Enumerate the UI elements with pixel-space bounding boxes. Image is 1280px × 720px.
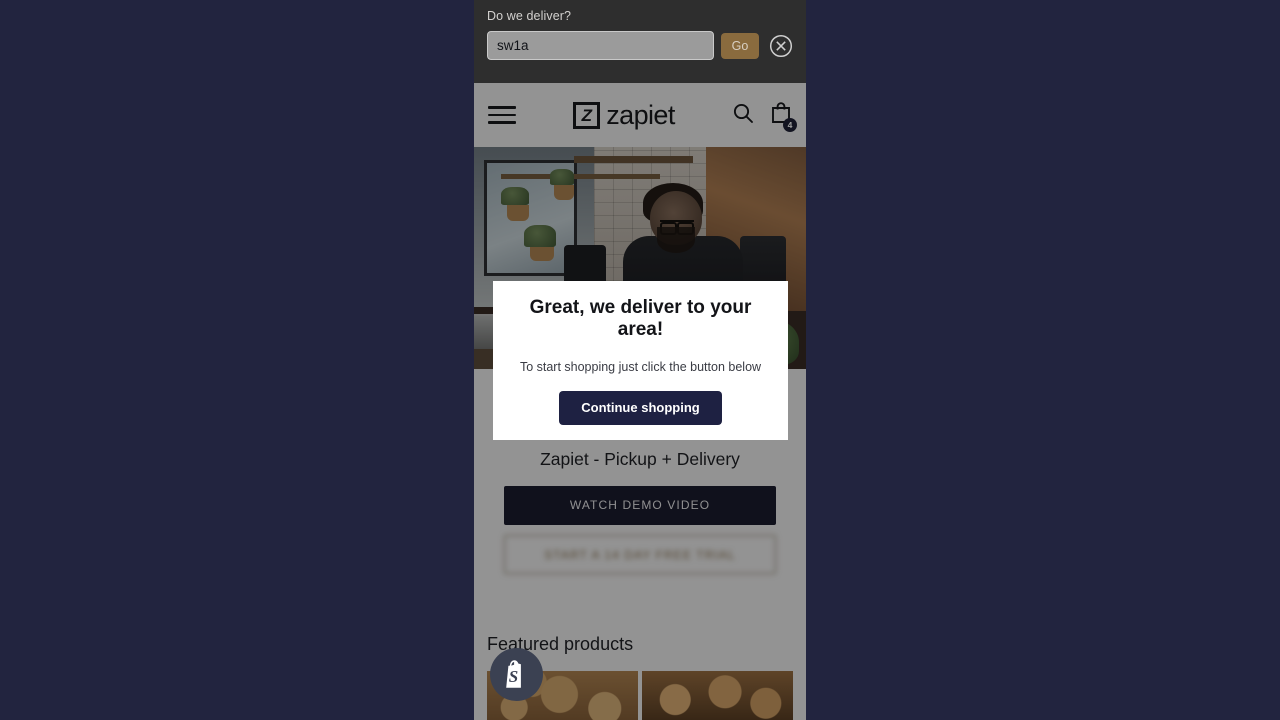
product-title: Zapiet - Pickup + Delivery (540, 449, 740, 469)
go-button[interactable]: Go (721, 32, 759, 59)
page-root: stores → shopify Z zapiet (0, 0, 1280, 720)
brand-logo[interactable]: Z zapiet (516, 100, 732, 131)
brand-wordmark: zapiet (606, 99, 675, 130)
hamburger-menu-icon[interactable] (488, 101, 516, 129)
delivery-prompt-label: Do we deliver? (487, 9, 572, 23)
header-actions: 4 (732, 101, 797, 132)
start-free-trial-button[interactable]: START A 14 DAY FREE TRIAL (504, 535, 776, 574)
watch-demo-video-button[interactable]: WATCH DEMO VIDEO (504, 486, 776, 525)
search-icon[interactable] (732, 102, 754, 129)
zapiet-mark-icon: Z (573, 101, 601, 129)
cart-count-badge: 4 (783, 118, 797, 132)
continue-shopping-button[interactable]: Continue shopping (559, 390, 722, 425)
svg-text:S: S (508, 667, 517, 686)
delivery-check-bar: Do we deliver? Go (474, 0, 806, 83)
modal-subtitle: To start shopping just click the button … (519, 359, 762, 374)
delivery-input-row: Go (487, 31, 793, 60)
product-card[interactable] (642, 671, 793, 720)
shopping-bag-icon[interactable]: 4 (770, 101, 797, 132)
featured-products-heading: Featured products (487, 634, 634, 654)
delivery-confirmation-modal: Great, we deliver to your area! To start… (493, 281, 788, 440)
modal-title: Great, we deliver to your area! (529, 296, 752, 340)
close-circle-icon[interactable] (769, 34, 793, 58)
site-header: Z zapiet 4 (474, 83, 806, 147)
shopify-logo-badge[interactable]: S (490, 648, 543, 701)
postcode-input[interactable] (487, 31, 714, 60)
